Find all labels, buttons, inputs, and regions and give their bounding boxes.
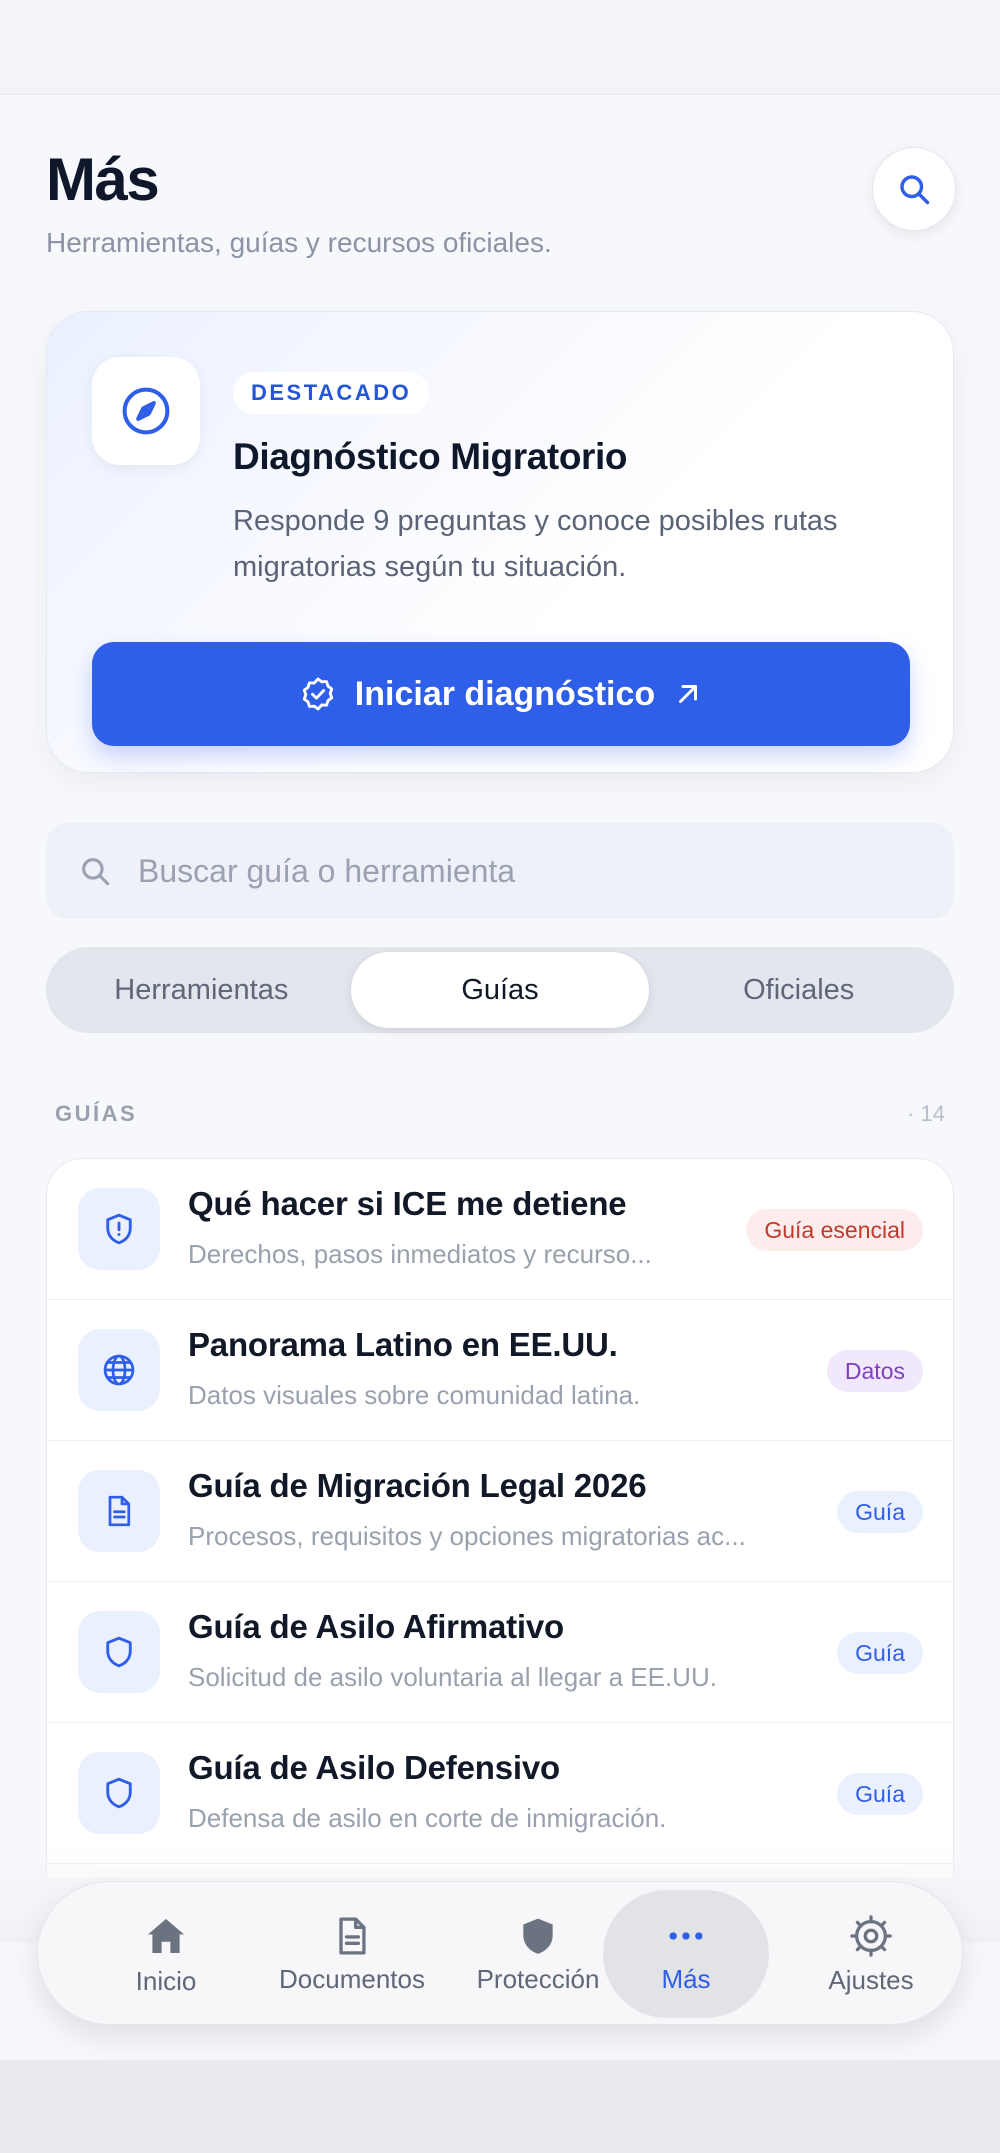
shield-icon [106, 1777, 132, 1809]
home-indicator-area [0, 2060, 1000, 2153]
gear-icon [850, 1914, 892, 1957]
row-title: Panorama Latino en EE.UU. [188, 1326, 618, 1363]
tab-label: Ajustes [828, 1964, 914, 1995]
row-title: Guía de Migración Legal 2026 [188, 1467, 647, 1504]
tab-label: Más [661, 1963, 711, 1994]
row-title: Guía de Asilo Defensivo [188, 1749, 560, 1786]
row-subtitle: Datos visuales sobre comunidad latina. [188, 1380, 641, 1410]
more-screen: Más Herramientas, guías y recursos ofici… [0, 94, 1000, 2060]
tab-label: Inicio [135, 1965, 197, 1996]
status-badge: Guía [837, 1491, 923, 1533]
home-icon [148, 1918, 184, 1953]
shield-alert-icon [106, 1213, 132, 1245]
status-badge: Guía [837, 1773, 923, 1815]
section-label: GUÍAS [55, 1101, 138, 1126]
row-icon-container [78, 1470, 160, 1552]
featured-title: Diagnóstico Migratorio [233, 436, 628, 477]
header-search-button[interactable] [872, 147, 956, 231]
tab-inicio[interactable]: Inicio [68, 1882, 264, 2026]
tab-ajustes[interactable]: Ajustes [773, 1882, 969, 2026]
page-title: Más [46, 146, 160, 213]
tab-mas[interactable]: Más [588, 1882, 784, 2026]
list-item[interactable]: Guía de Migración Legal 2026 Procesos, r… [47, 1441, 953, 1582]
list-item[interactable]: Guía de Asilo Afirmativo Solicitud de as… [47, 1582, 953, 1723]
guides-list: Qué hacer si ICE me detiene Derechos, pa… [46, 1158, 954, 1878]
featured-description: Responde 9 preguntas y conoce posibles r… [233, 505, 838, 583]
arrow-up-right-icon [679, 685, 698, 703]
more-dots-icon [669, 1931, 703, 1940]
status-badge: Guía [837, 1632, 923, 1674]
segment-oficiales[interactable]: Oficiales [649, 952, 948, 1028]
guide-search-field[interactable] [46, 823, 954, 919]
category-segmented-control: Herramientas Guías Oficiales [46, 947, 954, 1033]
status-badge: Datos [826, 1350, 923, 1392]
row-icon-container [78, 1329, 160, 1411]
tab-label: Documentos [279, 1963, 425, 1994]
row-icon-container [78, 1611, 160, 1693]
shield-icon [523, 1918, 553, 1954]
search-icon [900, 175, 930, 205]
featured-icon-container [92, 357, 200, 465]
row-subtitle: Defensa de asilo en corte de inmigración… [188, 1803, 667, 1833]
row-subtitle: Derechos, pasos inmediatos y recurso... [188, 1239, 652, 1269]
tab-label: Protección [476, 1963, 600, 1994]
row-title: Qué hacer si ICE me detiene [188, 1185, 627, 1222]
tab-documentos[interactable]: Documentos [254, 1882, 450, 2026]
shield-icon [106, 1636, 132, 1668]
page-subtitle: Herramientas, guías y recursos oficiales… [46, 227, 552, 258]
verified-badge-icon [302, 677, 333, 711]
list-item[interactable]: Qué hacer si ICE me detiene Derechos, pa… [47, 1159, 953, 1300]
row-icon-container [78, 1752, 160, 1834]
document-icon [339, 1916, 366, 1955]
row-title: Guía de Asilo Afirmativo [188, 1608, 564, 1645]
featured-card: DESTACADO Diagnóstico Migratorio Respond… [46, 311, 954, 773]
list-item[interactable]: Panorama Latino en EE.UU. Datos visuales… [47, 1300, 953, 1441]
bottom-tab-bar: Inicio Documentos Protección Más Ajustes [37, 1881, 963, 2025]
compass-icon [122, 387, 170, 435]
segment-herramientas[interactable]: Herramientas [52, 952, 351, 1028]
start-diagnostic-button[interactable]: Iniciar diagnóstico [92, 642, 910, 746]
section-count: · 14 [907, 1101, 945, 1126]
segment-guias[interactable]: Guías [350, 952, 650, 1028]
row-icon-container [78, 1188, 160, 1270]
globe-icon [103, 1354, 135, 1386]
featured-badge: DESTACADO [233, 372, 430, 414]
search-icon [82, 858, 110, 886]
status-badge: Guía esencial [746, 1209, 923, 1251]
row-subtitle: Solicitud de asilo voluntaria al llegar … [188, 1662, 717, 1692]
search-input[interactable] [138, 852, 898, 890]
document-icon [108, 1495, 131, 1527]
row-subtitle: Procesos, requisitos y opciones migrator… [188, 1521, 746, 1551]
start-diagnostic-label: Iniciar diagnóstico [354, 674, 656, 713]
status-bar-area [0, 0, 1000, 94]
